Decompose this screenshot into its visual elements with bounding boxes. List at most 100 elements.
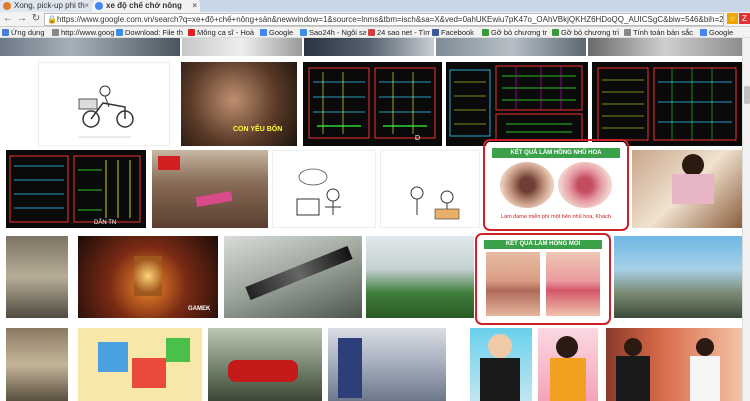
bookmark-item[interactable]: Google (260, 27, 298, 38)
close-tab-icon[interactable]: × (84, 0, 89, 12)
facebook-icon (432, 29, 439, 36)
person-head-icon (556, 336, 578, 358)
tab-xong-pickup[interactable]: Xong, pick-up phi th × (0, 0, 92, 12)
bookmark-facebook[interactable]: Facebook (432, 27, 480, 38)
caption-text: CON YÊU BỐN (233, 126, 283, 133)
image-result-street[interactable] (6, 328, 68, 401)
image-result-soldiers[interactable] (152, 150, 268, 228)
image-result[interactable] (436, 38, 586, 56)
bookmark-label: Facebook (441, 28, 474, 37)
flag-icon (158, 156, 180, 170)
image-result-motorbike[interactable] (208, 328, 322, 401)
before-lips-photo (486, 252, 540, 316)
person-head-icon (488, 334, 512, 358)
image-result[interactable] (588, 38, 742, 56)
cad-drawing-icon (597, 67, 737, 141)
bookmark-label: http://www.google (61, 28, 114, 37)
bookmark-item[interactable]: Gỡ bỏ chương trì (552, 27, 622, 38)
image-result-cartoon-motorbike[interactable] (38, 62, 170, 146)
result-banner: KẾT QUẢ LÀM HỒNG MÔI (484, 240, 602, 249)
bookmark-label: Ứng dụng (11, 28, 45, 37)
bookmark-item[interactable]: Tính toán bản sắc (624, 27, 698, 38)
bookmark-item[interactable]: 24 sao net - Tìm (368, 27, 430, 38)
person-head-icon (696, 338, 714, 356)
image-result-couple[interactable] (606, 328, 742, 401)
image-result-schoolyard[interactable] (614, 236, 742, 318)
bookmark-label: Mông ca sĩ - Hoà (197, 28, 255, 37)
result-banner: KẾT QUẢ LÀM HỒNG NHŨ HOA (492, 148, 620, 158)
bookmark-label: Tính toán bản sắc (633, 28, 694, 37)
page-icon (368, 29, 375, 36)
tab-strip: Xong, pick-up phi th × xe độ chế chở nôn… (0, 0, 750, 12)
download-icon (116, 29, 123, 36)
image-result-comic[interactable] (272, 150, 376, 228)
toy-block-icon (98, 342, 128, 372)
svg-text:D: D (415, 135, 420, 142)
before-photo (500, 162, 554, 208)
bookmark-item[interactable]: Mông ca sĩ - Hoà (188, 27, 258, 38)
scrollbar-thumb[interactable] (744, 86, 750, 104)
tab-favicon-icon (3, 2, 11, 10)
motorbike-icon (228, 360, 298, 382)
bookmark-apps[interactable]: Ứng dụng (2, 27, 50, 38)
page-icon (624, 29, 631, 36)
reload-icon[interactable]: ↻ (30, 13, 42, 25)
bookmark-label: Sao24h - Ngôi sa (309, 28, 366, 37)
person-body-icon (480, 358, 520, 401)
google-icon (700, 29, 707, 36)
image-result-lips-pink-selected[interactable]: KẾT QUẢ LÀM HỒNG MÔI (475, 233, 611, 325)
tab-google-search[interactable]: xe độ chế chở nông × (92, 0, 200, 12)
image-result-cad-drawing[interactable]: D (303, 62, 442, 146)
back-icon[interactable]: ← (2, 13, 14, 25)
bookmark-item[interactable]: Download: File th (116, 27, 186, 38)
page-icon (482, 29, 489, 36)
watermark-text: DẪN TN (94, 219, 116, 226)
url-text: https://www.google.com.vn/search?q=xe+độ… (57, 15, 724, 24)
image-result-greenhouse[interactable] (366, 236, 474, 318)
vertical-scrollbar[interactable] (742, 38, 750, 401)
star-icon[interactable]: ☆ (727, 13, 738, 24)
banner-icon (195, 190, 233, 208)
image-result-nipple-pink-selected[interactable]: KẾT QUẢ LÀM HỒNG NHŨ HOA Làm dame miễn p… (483, 139, 629, 231)
bookmark-label: Google (269, 28, 294, 37)
image-result-comic[interactable] (380, 150, 480, 228)
image-result-cad-drawing[interactable]: DẪN TN (6, 150, 146, 228)
cartoon-motorbike-icon (78, 85, 134, 138)
apps-icon (2, 29, 9, 36)
image-result[interactable] (304, 38, 434, 56)
person-head-icon (682, 154, 704, 176)
image-result-cad-drawing[interactable] (592, 62, 742, 146)
close-tab-icon[interactable]: × (192, 0, 197, 12)
page-icon (300, 29, 307, 36)
image-result-cad-drawing[interactable] (446, 62, 588, 146)
person-body-icon (550, 358, 586, 401)
image-result-singer[interactable] (470, 328, 532, 401)
address-bar[interactable]: 🔒 https://www.google.com.vn/search?q=xe+… (44, 13, 724, 26)
tab-title: Xong, pick-up phi th (14, 1, 85, 10)
person-body-icon (690, 356, 720, 401)
image-result-toys[interactable] (78, 328, 202, 401)
extension-icon[interactable]: Z (739, 13, 750, 24)
after-lips-photo (546, 252, 600, 316)
image-results-grid: CON YÊU BỐN D DẪN TN KẾT QUẢ LÀM HỒNG NH… (0, 38, 742, 401)
image-result-video-still[interactable]: CON YÊU BỐN (181, 62, 297, 146)
forward-icon[interactable]: → (16, 13, 28, 25)
watermark-text: GAMEK (188, 306, 211, 312)
bookmark-item[interactable]: Sao24h - Ngôi sa (300, 27, 366, 38)
result-caption: Làm dame miễn phí một bên nhũ hoa, Khách (500, 214, 612, 220)
image-result[interactable] (0, 38, 180, 56)
google-favicon-icon (95, 2, 103, 10)
bookmark-item[interactable]: Google (700, 27, 742, 38)
bookmark-item[interactable]: http://www.google (52, 27, 114, 38)
bookmark-label: 24 sao net - Tìm (377, 28, 430, 37)
bookmark-item[interactable]: Gỡ bỏ chương tr (482, 27, 550, 38)
image-result-game[interactable]: GAMEK (78, 236, 218, 318)
image-result[interactable] (182, 38, 302, 56)
image-result-family[interactable] (538, 328, 598, 401)
game-character-icon (134, 256, 162, 296)
image-result-street[interactable] (6, 236, 68, 318)
image-result-woman[interactable] (632, 150, 742, 228)
image-result-part[interactable] (224, 236, 362, 318)
bar-object-icon (245, 245, 353, 301)
image-result-police[interactable] (328, 328, 446, 401)
